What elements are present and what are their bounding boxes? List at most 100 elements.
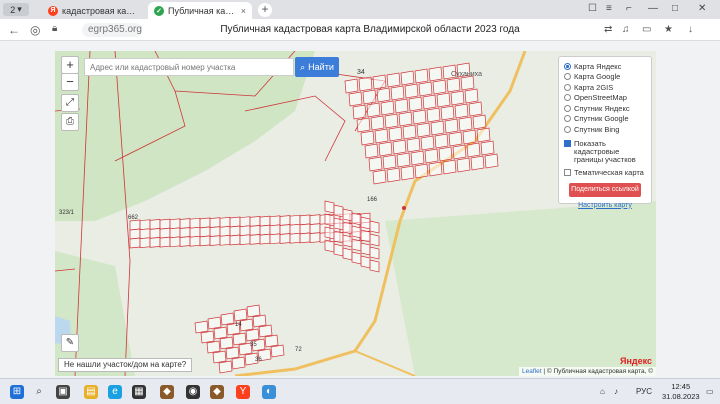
minimize-icon[interactable]: — <box>648 3 658 14</box>
parcel[interactable] <box>360 255 371 269</box>
parcel[interactable] <box>400 70 415 86</box>
parcel[interactable] <box>149 228 161 239</box>
parcel[interactable] <box>378 141 393 157</box>
parcel[interactable] <box>324 226 335 240</box>
parcel[interactable] <box>472 114 487 130</box>
parcel[interactable] <box>219 234 231 246</box>
ruler-icon[interactable]: ✎ <box>61 334 79 352</box>
show-borders-checkbox[interactable]: Показать кадастровые границы участков <box>564 139 646 164</box>
parcel[interactable] <box>358 76 373 92</box>
parcel[interactable] <box>194 320 209 334</box>
parcel[interactable] <box>289 214 301 226</box>
parcel[interactable] <box>342 221 353 235</box>
parcel[interactable] <box>129 237 141 249</box>
parcel[interactable] <box>470 155 485 171</box>
parcel[interactable] <box>139 237 151 249</box>
volume-icon[interactable]: ♪ <box>614 387 618 396</box>
parcel[interactable] <box>333 243 344 257</box>
parcel[interactable] <box>396 152 411 168</box>
network-icon[interactable]: ⌂ <box>600 387 605 396</box>
parcel[interactable] <box>351 212 362 226</box>
reader-icon[interactable]: ▭ <box>642 24 651 35</box>
url-field[interactable]: egrp365.org <box>82 23 142 37</box>
parcel[interactable] <box>440 105 455 121</box>
parcel[interactable] <box>246 304 261 318</box>
parcel[interactable] <box>259 233 271 245</box>
parcel[interactable] <box>229 234 241 246</box>
parcel[interactable] <box>200 330 215 344</box>
search-button[interactable]: ⌕ Найти <box>295 57 339 77</box>
parcel[interactable] <box>369 246 380 260</box>
parcel[interactable] <box>225 346 240 360</box>
parcel[interactable] <box>299 223 311 235</box>
parcel[interactable] <box>369 259 380 273</box>
parcel[interactable] <box>129 219 141 231</box>
task-view-icon[interactable]: ▣ <box>56 385 70 399</box>
parcel[interactable] <box>269 233 281 245</box>
parcel[interactable] <box>422 94 437 110</box>
parcel[interactable] <box>199 235 211 247</box>
parcel[interactable] <box>448 131 463 147</box>
cadastral-map[interactable]: 34 323/1 662 166 Суханиха 35 14 36 72 + … <box>55 51 656 376</box>
parcel[interactable] <box>259 224 271 236</box>
parcel[interactable] <box>342 234 353 248</box>
parcel[interactable] <box>434 133 449 149</box>
app-icon[interactable]: ◆ <box>210 385 224 399</box>
parcel[interactable] <box>231 356 246 370</box>
parcel[interactable] <box>374 128 389 144</box>
parcel[interactable] <box>450 90 465 106</box>
tab-count-button[interactable]: 2 ▾ <box>3 3 29 16</box>
parcel[interactable] <box>189 226 201 238</box>
parcel[interactable] <box>199 217 211 229</box>
windows-start-icon[interactable]: ⊞ <box>10 385 24 399</box>
parcel[interactable] <box>299 214 311 226</box>
parcel[interactable] <box>206 340 221 354</box>
parcel[interactable] <box>356 117 371 133</box>
parcel[interactable] <box>386 72 401 88</box>
close-window-icon[interactable]: ✕ <box>698 3 706 14</box>
parcel[interactable] <box>464 88 479 104</box>
parcel[interactable] <box>484 153 499 169</box>
parcel[interactable] <box>324 200 335 214</box>
parcel[interactable] <box>219 216 231 228</box>
parcel[interactable] <box>416 122 431 138</box>
parcel[interactable] <box>199 226 211 238</box>
layer-option-google-map[interactable]: Карта Google <box>564 72 646 83</box>
parcel[interactable] <box>279 233 291 244</box>
parcel[interactable] <box>376 87 391 103</box>
parcel[interactable] <box>269 215 281 227</box>
parcel[interactable] <box>232 332 247 346</box>
parcel[interactable] <box>454 103 469 119</box>
tab-cadastral-search[interactable]: Я кадастровая карта влад <box>42 2 146 19</box>
language-indicator[interactable]: РУС <box>636 387 652 396</box>
search-icon[interactable]: ⌕ <box>32 385 46 399</box>
zoom-in-button[interactable]: + <box>61 56 79 74</box>
not-found-button[interactable]: Не нашли участок/дом на карте? <box>58 358 193 372</box>
parcel[interactable] <box>368 156 383 172</box>
parcel[interactable] <box>324 213 335 227</box>
close-tab-icon[interactable]: × <box>241 6 246 16</box>
parcel[interactable] <box>220 312 235 326</box>
back-icon[interactable]: ← <box>8 23 20 37</box>
parcel[interactable] <box>386 167 401 183</box>
parcel[interactable] <box>309 223 321 234</box>
parcel[interactable] <box>351 238 362 252</box>
parcel[interactable] <box>414 68 429 84</box>
parcel[interactable] <box>258 324 273 338</box>
parcel[interactable] <box>333 217 344 231</box>
parcel[interactable] <box>428 66 443 82</box>
parcel[interactable] <box>420 135 435 151</box>
zoom-out-button[interactable]: − <box>61 73 79 91</box>
clock[interactable]: 12:45 31.08.2023 <box>662 382 700 402</box>
layer-option-osm[interactable]: OpenStreetMap <box>564 93 646 104</box>
parcel[interactable] <box>458 116 473 132</box>
parcel[interactable] <box>438 146 453 162</box>
tab-public-map[interactable]: ✓ Публичная кадастровая × <box>148 2 252 19</box>
setup-map-link[interactable]: Настроить карту <box>564 202 646 209</box>
parcel[interactable] <box>159 227 171 239</box>
parcel[interactable] <box>249 234 261 245</box>
parcel[interactable] <box>229 216 241 228</box>
parcel[interactable] <box>159 236 171 248</box>
parcel[interactable] <box>460 75 475 91</box>
parcel[interactable] <box>333 230 344 244</box>
